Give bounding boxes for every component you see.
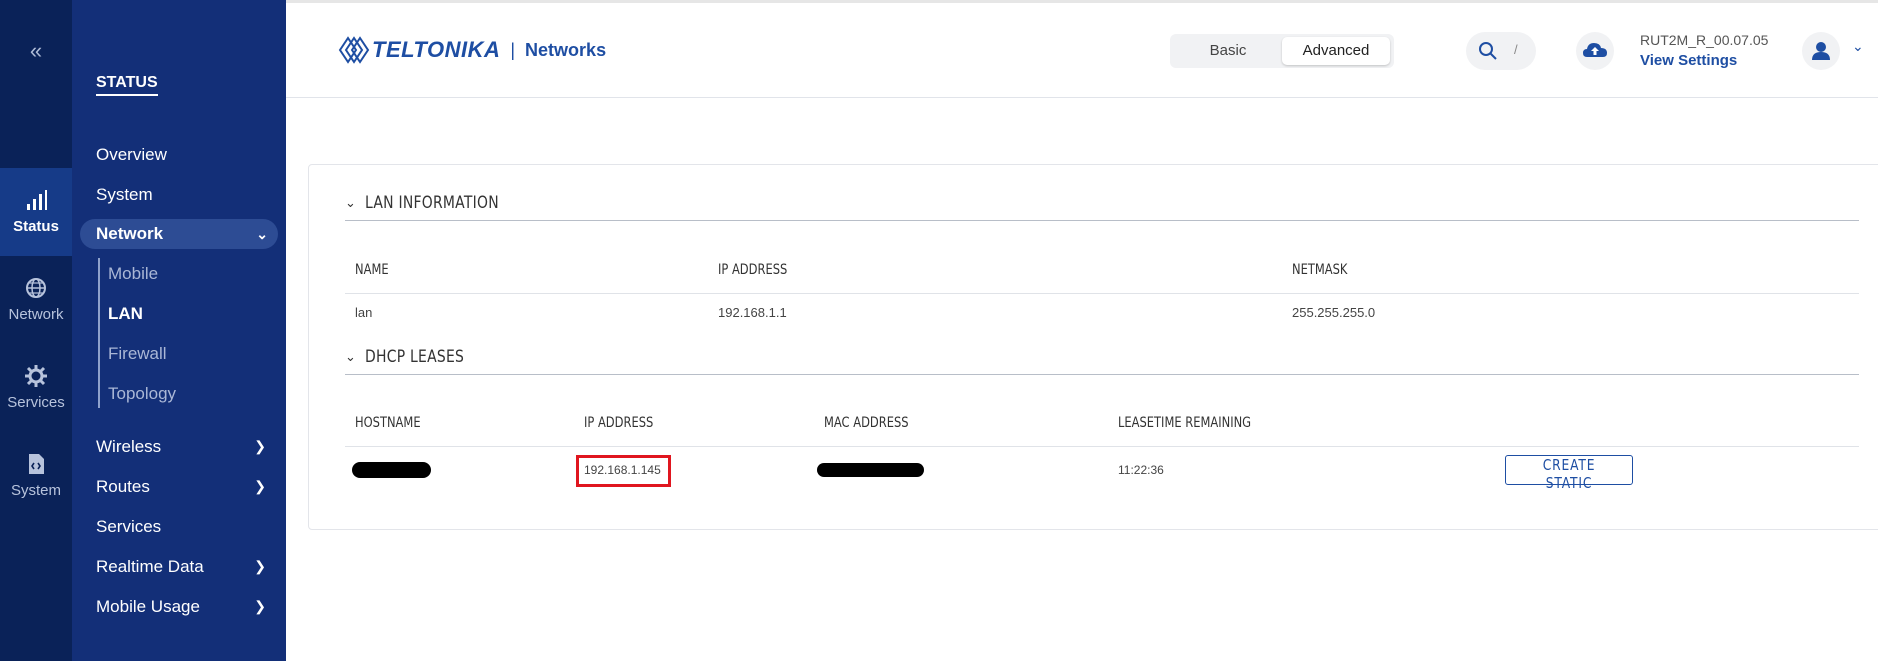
mode-advanced-button[interactable]: Advanced (1282, 37, 1390, 65)
column-header-ip-address: IP ADDRESS (718, 262, 788, 278)
search-icon (1479, 42, 1497, 60)
nav-item-label: Realtime Data (96, 557, 204, 576)
nav-item-services[interactable]: Services (96, 517, 161, 537)
submenu-rail (98, 258, 100, 408)
nav-item-routes[interactable]: Routes (96, 477, 150, 497)
chevron-down-icon[interactable]: ⌄ (1852, 38, 1864, 55)
signal-bars-icon (27, 190, 47, 210)
rail-label: System (10, 482, 61, 499)
lease-ip-cell: 192.168.1.145 (584, 463, 661, 477)
nav-item-label: Mobile Usage (96, 597, 200, 616)
user-menu-button[interactable] (1802, 32, 1840, 70)
router-web-ui: « Status Network Services System STATUS … (0, 0, 1878, 661)
rail-item-services[interactable]: Services (0, 344, 72, 432)
chevron-down-icon: ⌄ (256, 226, 268, 242)
nav-item-label: Network (96, 224, 164, 243)
search-shortcut: / (1514, 42, 1518, 57)
code-file-icon (29, 454, 44, 474)
nav-item-network[interactable]: Network ⌄ (80, 219, 278, 249)
chevron-down-icon: ⌄ (345, 349, 356, 364)
brand-logo[interactable]: TELTONIKA | Networks (338, 36, 606, 64)
gear-icon (25, 365, 47, 387)
cloud-upload-icon (1583, 43, 1607, 57)
rail-item-system[interactable]: System (0, 432, 72, 520)
lan-information-header[interactable]: ⌄ LAN INFORMATION (345, 191, 1859, 221)
lan-status-card: ⌄ LAN INFORMATION NAME IP ADDRESS NETMAS… (308, 164, 1878, 530)
dhcp-leases-header[interactable]: ⌄ DHCP LEASES (345, 345, 1859, 375)
redacted-mac-address (817, 463, 924, 477)
user-icon (1812, 42, 1830, 60)
column-header-hostname: HOSTNAME (355, 415, 421, 431)
status-nav-panel: STATUS Overview System Network ⌄ Mobile … (72, 0, 286, 661)
column-header-name: NAME (355, 262, 389, 278)
lan-netmask-cell: 255.255.255.0 (1292, 305, 1376, 320)
chevron-right-icon: ❯ (254, 438, 266, 454)
nav-subitem-lan[interactable]: LAN (108, 304, 143, 324)
button-label: CREATE STATIC (1542, 456, 1596, 492)
brand-suffix: Networks (525, 39, 607, 60)
icon-rail: « Status Network Services System (0, 0, 72, 661)
section-title: DHCP LEASES (365, 347, 465, 367)
lan-ip-cell: 192.168.1.1 (718, 305, 787, 320)
lease-time-cell: 11:22:36 (1118, 463, 1164, 477)
rail-item-status[interactable]: Status (0, 168, 72, 256)
nav-item-wireless[interactable]: Wireless (96, 437, 272, 457)
view-settings-link[interactable]: View Settings (1640, 52, 1737, 69)
table-divider (345, 293, 1859, 294)
firmware-update-button[interactable] (1576, 32, 1614, 70)
search-button[interactable]: / (1466, 32, 1536, 70)
brand-separator: | (510, 39, 516, 60)
chevron-right-icon: ❯ (254, 478, 266, 494)
chevron-right-icon: ❯ (254, 598, 266, 614)
table-divider (345, 446, 1859, 447)
globe-icon (26, 278, 46, 298)
nav-item-mobile-usage[interactable]: Mobile Usage (96, 597, 200, 617)
column-header-leasetime: LEASETIME REMAINING (1118, 415, 1252, 431)
nav-item-system[interactable]: System (96, 185, 153, 205)
nav-subitem-topology[interactable]: Topology (108, 384, 176, 404)
column-header-mac-address: MAC ADDRESS (824, 415, 909, 431)
top-header: TELTONIKA | Networks Basic Advanced / RU… (286, 0, 1878, 98)
column-header-ip-address: IP ADDRESS (584, 415, 654, 431)
section-title: LAN INFORMATION (365, 193, 499, 213)
brand-name: TELTONIKA (372, 37, 501, 62)
nav-subitem-firewall[interactable]: Firewall (108, 344, 167, 364)
collapse-sidebar-icon[interactable]: « (0, 38, 72, 64)
mode-toggle: Basic Advanced (1170, 34, 1394, 68)
create-static-button[interactable]: CREATE STATIC (1505, 455, 1633, 492)
rail-label: Services (7, 394, 65, 411)
chevron-down-icon: ⌄ (345, 195, 356, 210)
nav-item-overview[interactable]: Overview (96, 145, 167, 165)
nav-title: STATUS (96, 74, 158, 96)
redacted-hostname (352, 462, 431, 478)
rail-item-network[interactable]: Network (0, 256, 72, 344)
rail-label: Status (13, 218, 59, 235)
firmware-version: RUT2M_R_00.07.05 (1640, 32, 1769, 48)
top-border (286, 0, 1878, 3)
nav-item-label: Wireless (96, 437, 162, 456)
nav-item-realtime-data[interactable]: Realtime Data (96, 557, 204, 577)
column-header-netmask: NETMASK (1292, 262, 1348, 278)
rail-label: Network (8, 306, 64, 323)
lan-name-cell: lan (355, 305, 373, 320)
nav-subitem-mobile[interactable]: Mobile (108, 264, 158, 284)
teltonika-logo-icon (338, 36, 370, 64)
chevron-right-icon: ❯ (254, 558, 266, 574)
mode-basic-button[interactable]: Basic (1174, 37, 1282, 65)
nav-item-label: Routes (96, 477, 150, 496)
